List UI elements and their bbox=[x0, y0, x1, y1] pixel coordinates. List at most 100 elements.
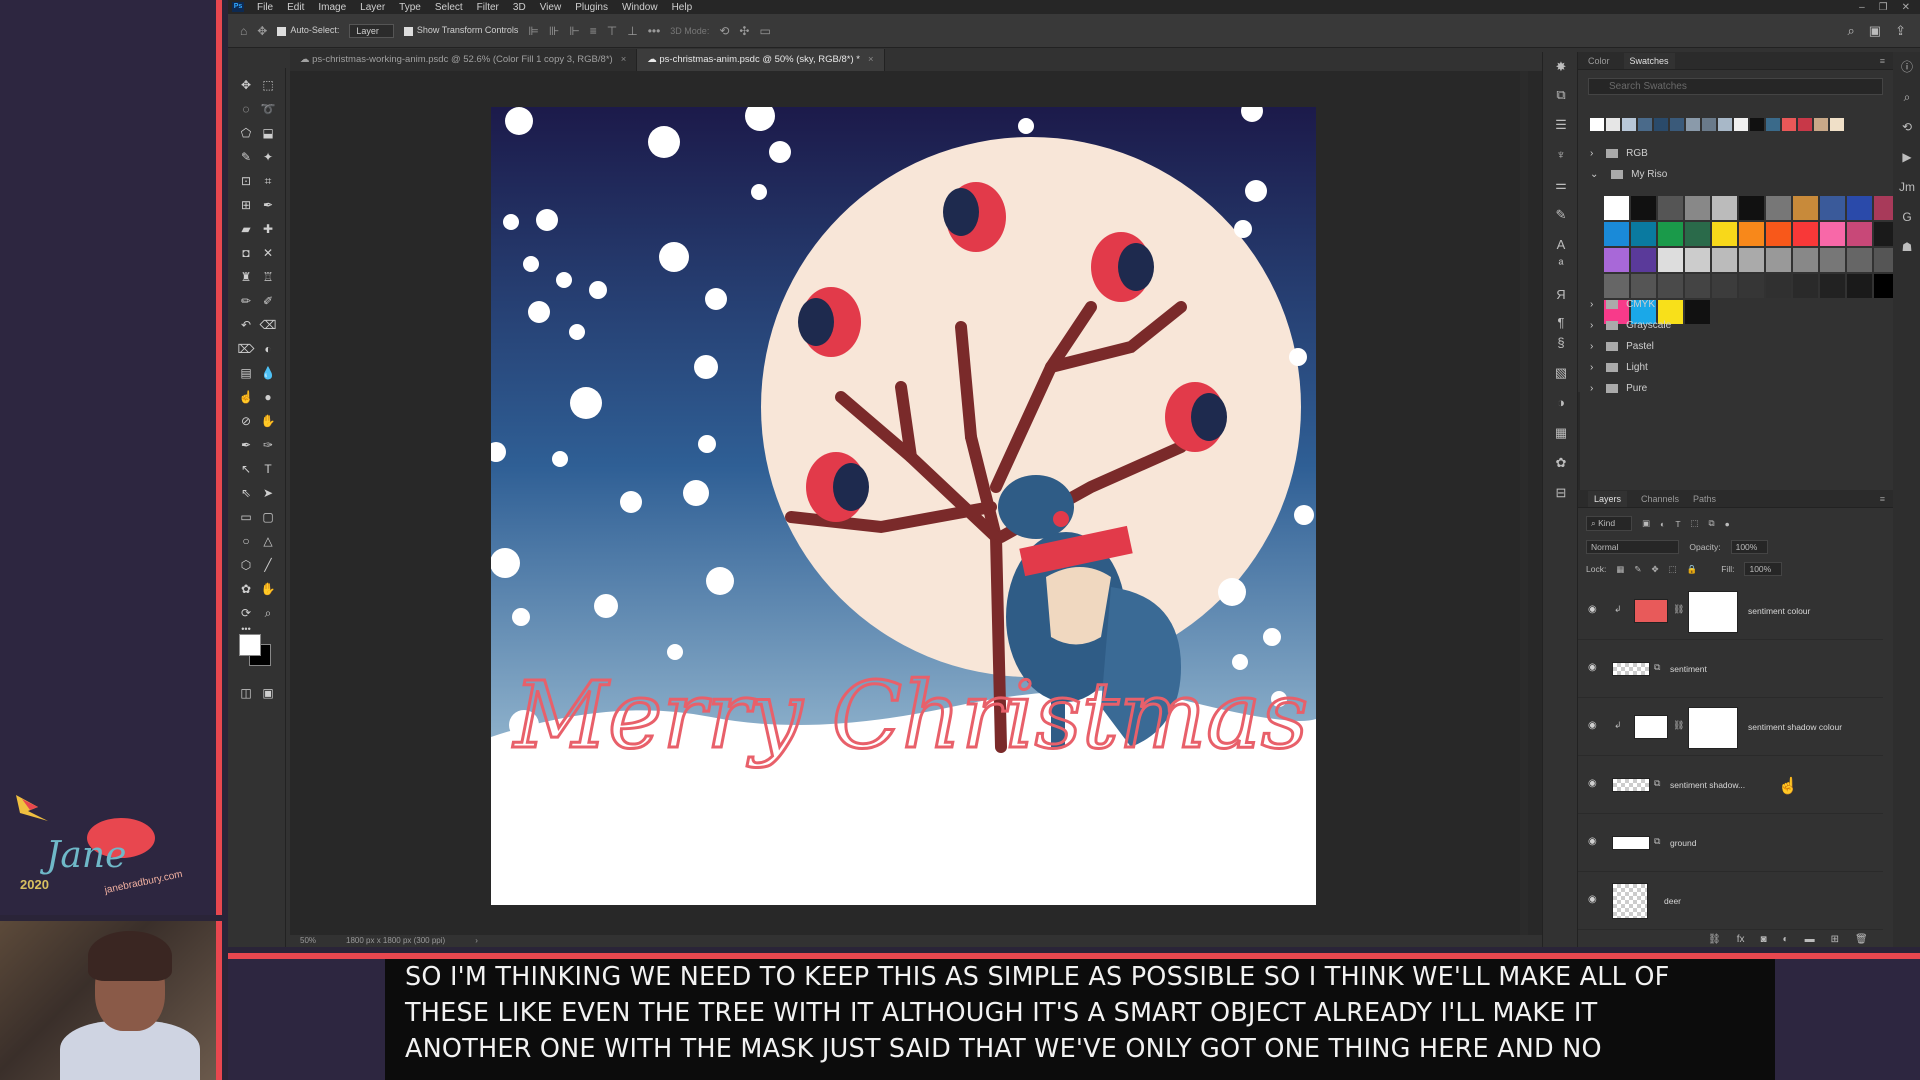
visibility-eye-icon[interactable]: ◉ bbox=[1588, 662, 1597, 673]
slice-tool-icon[interactable]: ⊞ bbox=[236, 196, 256, 214]
screen-mode-icon[interactable]: ▣ bbox=[258, 684, 278, 702]
polygon-tool-icon[interactable]: ⬡ bbox=[236, 556, 256, 574]
close-tab-icon[interactable]: × bbox=[868, 54, 874, 65]
tab-channels[interactable]: Channels bbox=[1641, 494, 1679, 504]
line-tool-icon[interactable]: ╱ bbox=[258, 556, 278, 574]
fill-color-thumbnail[interactable] bbox=[1634, 715, 1668, 739]
distribute-icon[interactable]: ≡ bbox=[590, 24, 597, 38]
panel-menu-icon[interactable]: ≡ bbox=[1880, 56, 1893, 66]
paragraph-styles-icon[interactable]: § bbox=[1552, 334, 1570, 352]
share-icon[interactable]: ⇪ bbox=[1895, 23, 1906, 39]
character-styles-icon[interactable]: Я bbox=[1552, 286, 1570, 304]
character-icon[interactable]: A bbox=[1552, 236, 1570, 254]
color-swatch[interactable] bbox=[1658, 274, 1683, 298]
swatch-group-cmyk[interactable]: › CMYK bbox=[1590, 299, 1655, 310]
color-swatch[interactable] bbox=[1820, 274, 1845, 298]
layer-thumbnail[interactable] bbox=[1612, 778, 1650, 792]
styles-icon[interactable]: ◑ bbox=[1552, 394, 1570, 412]
menu-file[interactable]: File bbox=[250, 2, 280, 13]
brushes-icon[interactable]: ✎ bbox=[1552, 206, 1570, 224]
color-swatch[interactable] bbox=[1631, 196, 1656, 220]
layer-thumbnail[interactable] bbox=[1612, 883, 1648, 919]
red-eye-icon[interactable]: ✕ bbox=[258, 244, 278, 262]
visibility-eye-icon[interactable]: ◉ bbox=[1588, 604, 1597, 615]
pattern-stamp-icon[interactable]: ♖ bbox=[258, 268, 278, 286]
blend-mode-dropdown[interactable]: Normal bbox=[1586, 540, 1680, 554]
filter-smart-object-icon[interactable]: ⧉ bbox=[1709, 518, 1715, 529]
foreground-color[interactable] bbox=[239, 634, 261, 656]
learn-icon[interactable]: ⟲ bbox=[1898, 118, 1916, 136]
burn-tool-icon[interactable]: ✋ bbox=[258, 412, 278, 430]
recent-swatch[interactable] bbox=[1702, 118, 1716, 131]
recent-swatch[interactable] bbox=[1782, 118, 1796, 131]
artboard-tool-icon[interactable]: ⬚ bbox=[258, 76, 278, 94]
color-swatch[interactable] bbox=[1793, 274, 1818, 298]
status-arrow-icon[interactable]: › bbox=[475, 935, 478, 947]
color-swatch[interactable] bbox=[1847, 196, 1872, 220]
swatch-group-pure[interactable]: › Pure bbox=[1590, 383, 1647, 394]
3d-camera-icon[interactable]: ▭ bbox=[759, 24, 770, 38]
recent-swatch[interactable] bbox=[1622, 118, 1636, 131]
link-icon[interactable]: ⛓ bbox=[1673, 720, 1684, 731]
color-swatch[interactable] bbox=[1604, 222, 1629, 246]
rounded-rect-icon[interactable]: ▢ bbox=[258, 508, 278, 526]
link-icon[interactable]: ⛓ bbox=[1673, 604, 1684, 615]
color-swatch[interactable] bbox=[1631, 222, 1656, 246]
recent-swatch[interactable] bbox=[1686, 118, 1700, 131]
menu-view[interactable]: View bbox=[533, 2, 569, 13]
color-swatch[interactable] bbox=[1820, 248, 1845, 272]
align-top-icon[interactable]: ⊤ bbox=[607, 24, 617, 38]
recent-swatch[interactable] bbox=[1734, 118, 1748, 131]
tab-swatches[interactable]: Swatches bbox=[1623, 52, 1675, 69]
layer-style-icon[interactable]: fx bbox=[1737, 934, 1745, 945]
blur-tool-icon[interactable]: 💧 bbox=[258, 364, 278, 382]
color-swatch[interactable] bbox=[1739, 222, 1764, 246]
menu-layer[interactable]: Layer bbox=[353, 2, 392, 13]
align-middle-icon[interactable]: ⊥ bbox=[627, 24, 637, 38]
brush-settings-icon[interactable]: ✸ bbox=[1552, 58, 1570, 76]
artboard[interactable]: Merry Christmas bbox=[491, 107, 1316, 905]
eyedropper-icon[interactable]: ✒ bbox=[258, 196, 278, 214]
align-center-icon[interactable]: ⊪ bbox=[549, 24, 559, 38]
color-swatch[interactable] bbox=[1604, 248, 1629, 272]
color-swatch[interactable] bbox=[1658, 196, 1683, 220]
zoom-level[interactable]: 50% bbox=[300, 935, 316, 947]
navigator-icon[interactable]: ⌕ bbox=[1898, 88, 1916, 106]
swatch-group-light[interactable]: › Light bbox=[1590, 362, 1648, 373]
color-swatch[interactable] bbox=[1793, 222, 1818, 246]
recent-swatch[interactable] bbox=[1766, 118, 1780, 131]
layer-thumbnail[interactable] bbox=[1612, 662, 1650, 676]
freeform-pen-icon[interactable]: ✑ bbox=[258, 436, 278, 454]
color-swatch[interactable] bbox=[1820, 196, 1845, 220]
align-left-icon[interactable]: ⊫ bbox=[528, 24, 538, 38]
lasso-tool-icon[interactable]: ➰ bbox=[258, 100, 278, 118]
filter-toggle-icon[interactable]: ● bbox=[1725, 519, 1730, 529]
color-swatch[interactable] bbox=[1712, 196, 1737, 220]
smudge-tool-icon[interactable]: ☝ bbox=[236, 388, 256, 406]
swatch-group-my-riso[interactable]: ⌄ My Riso bbox=[1590, 169, 1667, 180]
layer-row[interactable]: ◉ ⧉ sentiment bbox=[1578, 640, 1883, 698]
layer-thumbnail[interactable] bbox=[1612, 836, 1650, 850]
align-right-icon[interactable]: ⊩ bbox=[569, 24, 579, 38]
triangle-tool-icon[interactable]: △ bbox=[258, 532, 278, 550]
layer-name[interactable]: sentiment shadow colour bbox=[1748, 722, 1842, 732]
color-swatch[interactable] bbox=[1631, 274, 1656, 298]
tab-color[interactable]: Color bbox=[1588, 56, 1610, 66]
recent-swatch[interactable] bbox=[1590, 118, 1604, 131]
color-swatch[interactable] bbox=[1847, 222, 1872, 246]
color-swatch[interactable] bbox=[1631, 248, 1656, 272]
color-swatch[interactable] bbox=[1793, 248, 1818, 272]
minimize-icon[interactable]: – bbox=[1859, 2, 1865, 13]
color-swatch[interactable] bbox=[1766, 248, 1791, 272]
color-swatch[interactable] bbox=[1712, 274, 1737, 298]
recent-swatch[interactable] bbox=[1638, 118, 1652, 131]
close-tab-icon[interactable]: × bbox=[621, 54, 627, 65]
menu-type[interactable]: Type bbox=[392, 2, 428, 13]
color-swatch[interactable] bbox=[1604, 274, 1629, 298]
menu-image[interactable]: Image bbox=[311, 2, 353, 13]
user-initials-icon[interactable]: Jm bbox=[1898, 178, 1916, 196]
fill-field[interactable]: 100% bbox=[1744, 562, 1783, 576]
filter-kind-dropdown[interactable]: ⌕ Kind bbox=[1586, 516, 1633, 531]
visibility-eye-icon[interactable]: ◉ bbox=[1588, 836, 1597, 847]
recent-swatch[interactable] bbox=[1750, 118, 1764, 131]
